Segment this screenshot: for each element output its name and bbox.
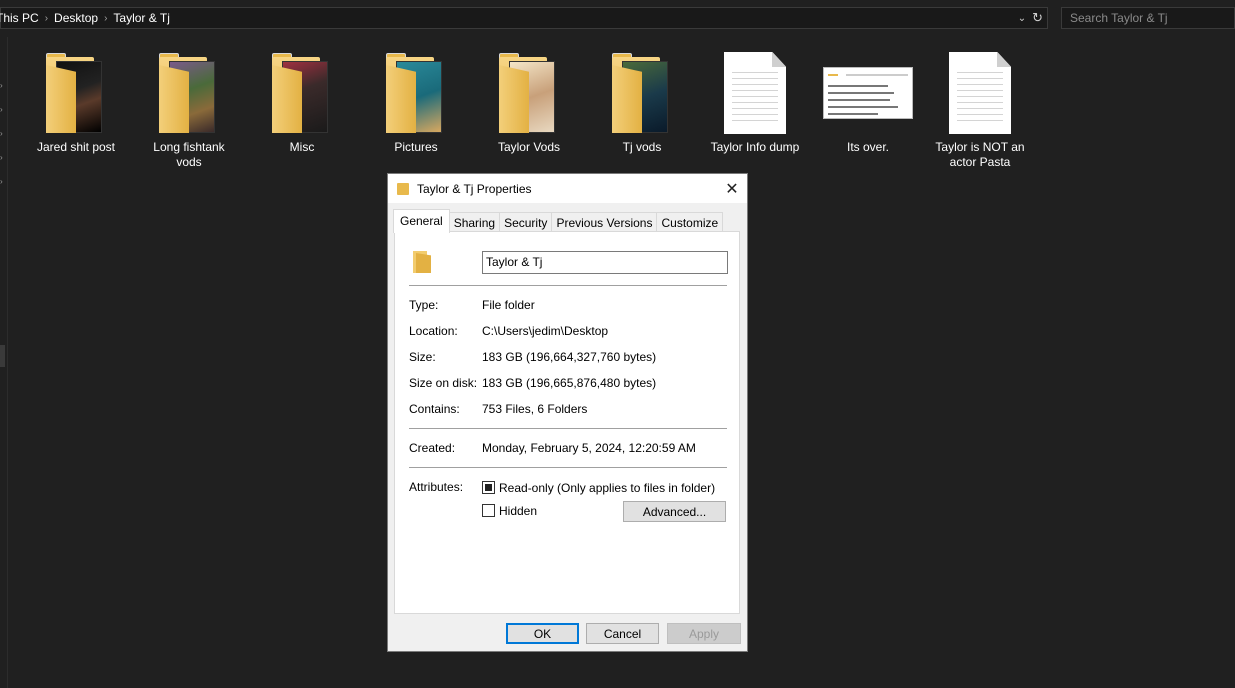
divider — [409, 428, 727, 429]
image-thumbnail-icon — [823, 67, 913, 119]
contains-label: Contains: — [409, 402, 460, 416]
item-label: Jared shit post — [36, 140, 116, 154]
chevron-right-icon[interactable]: › — [0, 153, 3, 162]
breadcrumb-desktop[interactable]: Desktop — [48, 11, 104, 25]
tab-previous-versions[interactable]: Previous Versions — [551, 212, 658, 233]
address-bar[interactable]: This PC › Desktop › Taylor & Tj ⌄ ↻ — [0, 7, 1048, 29]
size-on-disk-row: Size on disk: 183 GB (196,665,876,480 by… — [409, 376, 656, 390]
folder-icon — [610, 51, 674, 135]
contains-value: 753 Files, 6 Folders — [482, 402, 588, 416]
size-on-disk-value: 183 GB (196,665,876,480 bytes) — [482, 376, 657, 390]
cancel-button[interactable]: Cancel — [586, 623, 659, 644]
location-row: Location: C:\Users\jedim\Desktop — [409, 324, 608, 338]
refresh-icon[interactable]: ↻ — [1032, 10, 1043, 26]
dialog-title-bar[interactable]: Taylor & Tj Properties — [388, 174, 747, 203]
folder-item[interactable]: Pictures — [366, 48, 466, 155]
folder-icon — [497, 51, 561, 135]
readonly-checkbox[interactable] — [482, 481, 495, 494]
chevron-right-icon[interactable]: › — [0, 81, 3, 90]
close-icon: ✕ — [725, 180, 739, 198]
folder-item[interactable]: Long fishtank vods — [139, 48, 239, 170]
type-label: Type: — [409, 298, 439, 312]
item-label: Its over. — [846, 140, 890, 154]
image-item[interactable]: Its over. — [818, 48, 918, 155]
divider — [409, 467, 727, 468]
readonly-label[interactable]: Read-only (Only applies to files in fold… — [499, 481, 715, 495]
ok-button[interactable]: OK — [506, 623, 579, 644]
item-label: Misc — [289, 140, 315, 154]
apply-button[interactable]: Apply — [667, 623, 741, 644]
folder-icon — [413, 249, 431, 273]
attributes-label: Attributes: — [409, 480, 464, 494]
size-on-disk-label: Size on disk: — [409, 376, 478, 390]
folder-name-input[interactable]: Taylor & Tj — [482, 251, 728, 274]
item-label: Pictures — [394, 140, 438, 154]
chevron-down-icon[interactable]: ⌄ — [1018, 13, 1026, 24]
document-item[interactable]: Taylor is NOT an actor Pasta — [930, 48, 1030, 170]
contains-row: Contains: 753 Files, 6 Folders — [409, 402, 587, 416]
item-label: Tj vods — [622, 140, 662, 154]
type-value: File folder — [482, 298, 535, 312]
item-label: Taylor is NOT an actor Pasta — [935, 140, 1025, 169]
size-value: 183 GB (196,664,327,760 bytes) — [482, 350, 657, 364]
tab-security[interactable]: Security — [499, 212, 553, 233]
search-input[interactable]: Search Taylor & Tj — [1061, 7, 1235, 29]
type-row: Type: File folder — [409, 298, 535, 312]
size-row: Size: 183 GB (196,664,327,760 bytes) — [409, 350, 656, 364]
breadcrumb-current-folder[interactable]: Taylor & Tj — [107, 11, 175, 25]
folder-icon — [384, 51, 448, 135]
text-document-icon — [949, 52, 1011, 134]
item-label: Long fishtank vods — [153, 140, 225, 169]
properties-dialog: Taylor & Tj Properties ✕ General Sharing… — [387, 173, 748, 652]
close-button[interactable]: ✕ — [717, 174, 747, 203]
hidden-checkbox[interactable] — [482, 504, 495, 517]
folder-icon — [157, 51, 221, 135]
attributes-row: Attributes: — [409, 480, 482, 494]
folder-item[interactable]: Jared shit post — [26, 48, 126, 155]
tab-customize[interactable]: Customize — [656, 212, 724, 233]
document-item[interactable]: Taylor Info dump — [705, 48, 805, 155]
advanced-button[interactable]: Advanced... — [623, 501, 726, 522]
hidden-label[interactable]: Hidden — [499, 504, 537, 518]
created-row: Created: Monday, February 5, 2024, 12:20… — [409, 441, 696, 455]
item-label: Taylor Info dump — [710, 140, 800, 154]
created-value: Monday, February 5, 2024, 12:20:59 AM — [482, 441, 696, 455]
chevron-right-icon[interactable]: › — [0, 105, 3, 114]
location-label: Location: — [409, 324, 458, 338]
general-panel: Taylor & Tj Type: File folder Location: … — [394, 231, 740, 614]
chevron-right-icon[interactable]: › — [0, 129, 3, 138]
folder-icon — [397, 182, 409, 195]
divider — [409, 285, 727, 286]
navigation-pane: › › › › › — [0, 37, 8, 688]
chevron-right-icon[interactable]: › — [0, 177, 3, 186]
folder-icon — [270, 51, 334, 135]
dialog-title: Taylor & Tj Properties — [417, 181, 532, 196]
nav-selected-item[interactable] — [0, 345, 5, 367]
folder-item[interactable]: Tj vods — [592, 48, 692, 155]
folder-item[interactable]: Misc — [252, 48, 352, 155]
created-label: Created: — [409, 441, 456, 455]
tab-bar: General Sharing Security Previous Versio… — [393, 209, 724, 233]
tab-sharing[interactable]: Sharing — [448, 212, 501, 233]
text-document-icon — [724, 52, 786, 134]
tab-general[interactable]: General — [393, 209, 450, 233]
item-label: Taylor Vods — [497, 140, 561, 154]
location-value: C:\Users\jedim\Desktop — [482, 324, 609, 338]
breadcrumb-this-pc[interactable]: This PC — [0, 11, 45, 25]
folder-item[interactable]: Taylor Vods — [479, 48, 579, 155]
size-label: Size: — [409, 350, 436, 364]
folder-icon — [44, 51, 108, 135]
